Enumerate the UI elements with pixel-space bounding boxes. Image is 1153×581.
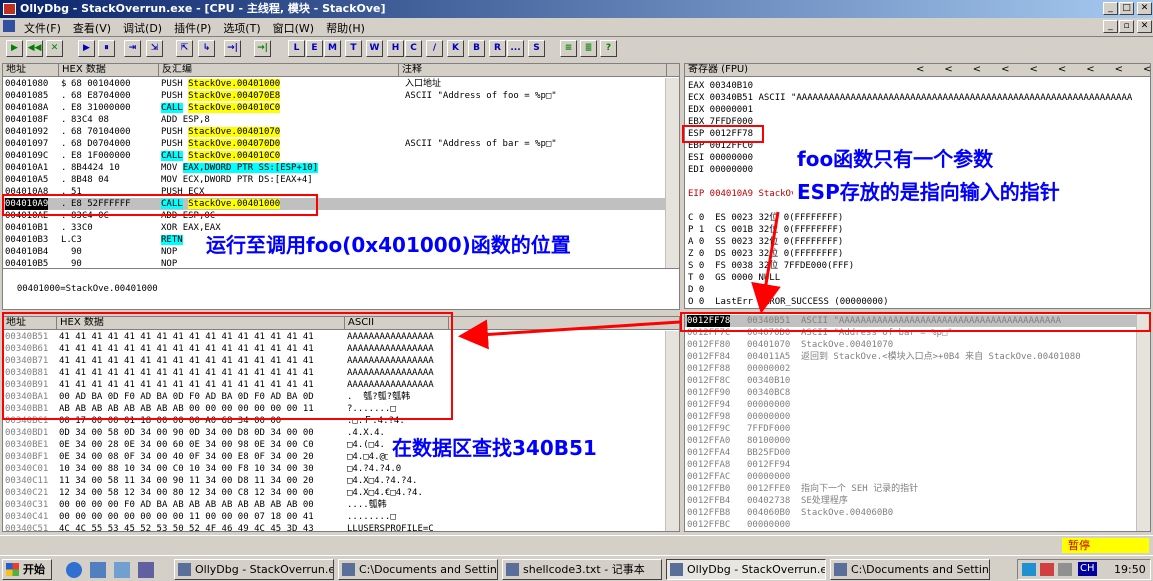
task-ollydbg-1[interactable]: OllyDbg - StackOverrun.e... — [174, 559, 334, 580]
status-bar: 暂停 — [0, 535, 1153, 553]
annotation-arrows — [458, 211, 781, 350]
quick-launch-ie-icon[interactable] — [66, 562, 82, 578]
volume-icon[interactable] — [1058, 563, 1072, 576]
quick-launch-media-icon[interactable] — [138, 562, 154, 578]
task-ollydbg-2[interactable]: OllyDbg - StackOverrun.e... — [666, 559, 826, 580]
task-cmd-2[interactable]: C:\Documents and Settin... — [830, 559, 990, 580]
task-cmd-1[interactable]: C:\Documents and Settin... — [338, 559, 498, 580]
arrow-to-stack — [751, 211, 781, 314]
quick-launch-app-icon[interactable] — [114, 562, 130, 578]
system-tray: CH 19:50 — [1017, 559, 1151, 580]
status-state: 暂停 — [1062, 538, 1149, 553]
taskbar: 开始 OllyDbg - StackOverrun.e... C:\Docume… — [0, 555, 1153, 581]
security-icon[interactable] — [1040, 563, 1054, 576]
clock: 19:50 — [1114, 563, 1146, 576]
quick-launch-desktop-icon[interactable] — [90, 562, 106, 578]
network-icon[interactable] — [1022, 563, 1036, 576]
language-indicator[interactable]: CH — [1078, 562, 1097, 576]
arrow-to-dump — [458, 319, 681, 350]
task-notepad[interactable]: shellcode3.txt - 记事本 — [502, 559, 662, 580]
start-button[interactable]: 开始 — [2, 559, 52, 580]
windows-logo-icon — [6, 563, 19, 576]
start-label: 开始 — [23, 563, 45, 576]
